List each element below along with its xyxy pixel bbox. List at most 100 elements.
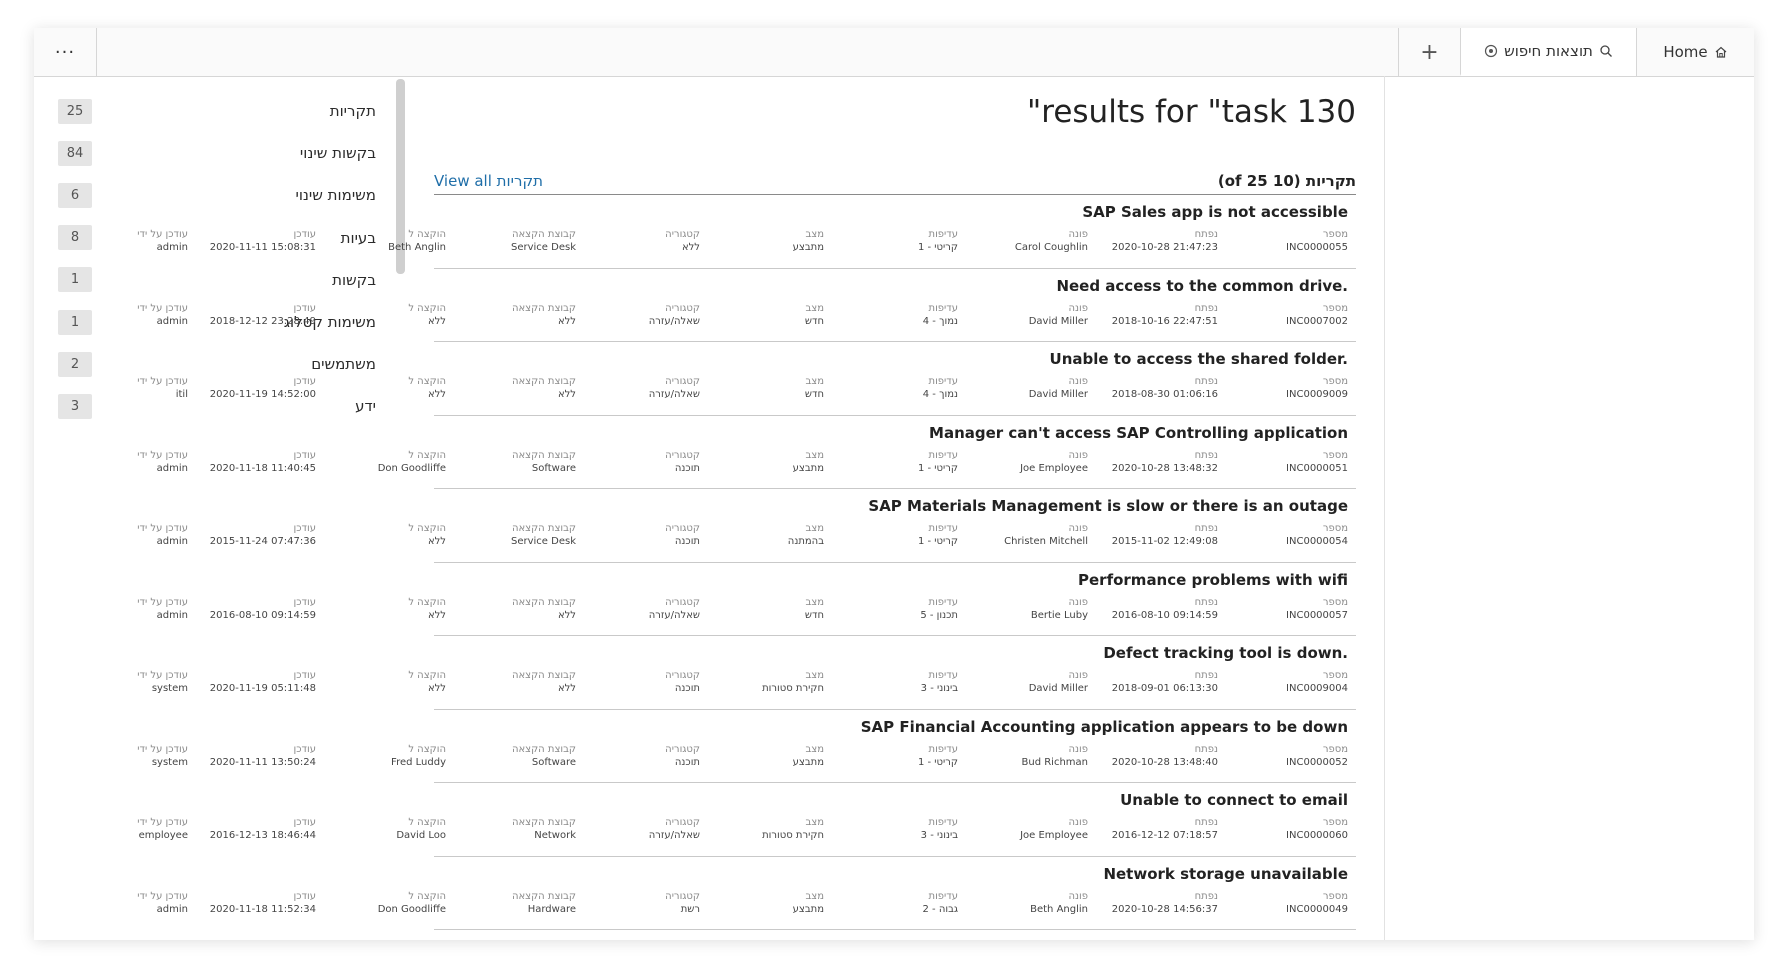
field-updated: עודכן 2020-11-18 11:40:45 (186, 449, 316, 476)
field-priority: עדיפות 2 - גבוה (828, 890, 959, 917)
more-options-button[interactable]: ··· (34, 28, 97, 76)
close-circle-icon[interactable] (1484, 44, 1498, 58)
field-label: פונה (1068, 596, 1088, 608)
field-value: ללא (427, 683, 446, 694)
section-header: תקריות (10 of 25) View all תקריות (434, 172, 1356, 195)
field-number: מספר INC0000055 (1218, 228, 1348, 255)
field-updated: עודכן 2020-11-19 05:11:48 (186, 669, 316, 696)
field-value: INC0009004 (1286, 683, 1348, 694)
field-label: פונה (1068, 890, 1088, 902)
result-title[interactable]: Network storage unavailable (1103, 865, 1348, 883)
field-label: נפתח (1194, 670, 1218, 681)
field-label: הוקצה ל (408, 302, 446, 314)
field-label: מספר (1322, 229, 1348, 240)
field-value: תוכנה (674, 462, 700, 474)
field-value: 2016-08-10 09:14:59 (1111, 609, 1218, 621)
field-opened: נפתח 2020-10-28 13:48:40 (1088, 743, 1218, 770)
field-value: Don Goodliffe (377, 462, 446, 474)
tab-home-label: Home (1663, 43, 1708, 61)
field-label: הוקצה ל (408, 670, 446, 681)
result-item[interactable]: SAP Sales app is not accessible מספר INC00… (137, 195, 1356, 269)
result-item[interactable]: Performance problems with wifi מספר INC000… (137, 563, 1356, 636)
field-label: עודכן (293, 376, 316, 387)
add-tab-button[interactable]: + (1398, 28, 1460, 76)
field-label: קבוצת הקצאה (511, 890, 576, 902)
field-label: הוקצה ל (408, 523, 446, 534)
view-all-link[interactable]: View all תקריות (434, 172, 543, 190)
field-value: מתבצע (792, 756, 824, 768)
field-category: קטגוריה שאלה/עזרה (570, 596, 700, 623)
field-opened: נפתח 2020-10-28 13:48:32 (1088, 449, 1218, 476)
field-label: קבוצת הקצאה (511, 817, 576, 828)
result-title[interactable]: Unable to access the shared folder. (1050, 350, 1348, 368)
field-value: 2016-12-12 07:18:57 (1111, 830, 1218, 841)
result-title[interactable]: Unable to connect to email (1120, 791, 1348, 809)
field-value: תוכנה (674, 756, 700, 768)
result-title[interactable]: Manager can't access SAP Controlling app… (929, 424, 1348, 442)
field-value: תוכנה (674, 683, 700, 694)
field-value: employee (138, 830, 188, 841)
field-priority: עדיפות 1 - קריטי (828, 228, 958, 255)
result-item[interactable]: Manager can't access SAP Controlling app… (137, 416, 1356, 489)
field-priority: עדיפות 5 - תכנון (828, 596, 958, 623)
field-label: נפתח (1194, 743, 1218, 755)
result-item[interactable]: Network storage unavailable מספר INC000004… (137, 857, 1356, 930)
field-label: קטגוריה (665, 596, 700, 608)
field-opened: נפתח 2018-08-30 01:06:16 (1088, 375, 1218, 402)
tab-search-results[interactable]: תוצאות חיפוש (1460, 28, 1636, 76)
field-updated: עודכן 2020-11-19 14:52:00 (186, 375, 316, 402)
field-label: מספר (1322, 376, 1348, 387)
field-category: קטגוריה שאלה/עזרה (570, 816, 700, 843)
result-item[interactable]: Need access to the common drive. מספר INC0… (137, 269, 1356, 342)
field-number: מספר INC0000057 (1218, 596, 1348, 623)
field-label: עודכן (293, 890, 316, 902)
field-number: מספר INC0000060 (1218, 816, 1348, 843)
result-item[interactable]: Unable to connect to email מספר INC0000060… (137, 783, 1356, 857)
result-title[interactable]: Defect tracking tool is down. (1103, 644, 1348, 662)
field-label: עודכן על ידי (137, 670, 188, 681)
field-priority: עדיפות 4 - נמוך (828, 375, 958, 402)
field-label: מספר (1322, 523, 1348, 534)
result-item[interactable]: SAP Materials Management is slow or ther… (137, 489, 1356, 563)
field-caller: פונה Carol Coughlin (958, 228, 1088, 255)
result-title[interactable]: SAP Materials Management is slow or ther… (868, 497, 1348, 515)
result-item[interactable]: SAP Financial Accounting application app… (137, 710, 1356, 783)
field-value: 2015-11-02 12:49:08 (1111, 536, 1218, 547)
field-label: מצב (805, 302, 824, 314)
field-category: קטגוריה שאלה/עזרה (570, 375, 700, 402)
field-value: ללא (427, 315, 446, 327)
field-value: INC0000051 (1286, 462, 1348, 474)
field-value: INC0000055 (1286, 242, 1348, 253)
field-assignment-group: קבוצת הקצאה Software (446, 743, 576, 770)
field-value: 2018-10-16 22:47:51 (1111, 315, 1218, 327)
field-updated-by: עודכן על ידי admin (58, 228, 188, 255)
field-value: INC0000054 (1286, 536, 1348, 547)
field-label: עדיפות (928, 743, 959, 755)
result-item[interactable]: Unable to access the shared folder. מספר I… (137, 342, 1356, 416)
field-value: 2016-12-13 18:46:44 (209, 830, 316, 841)
section-title: תקריות (10 of 25) (1217, 172, 1356, 190)
field-assigned-to: הוקצה ל Don Goodliffe (316, 890, 446, 917)
field-value: Software (531, 462, 576, 474)
tab-home[interactable]: Home (1636, 28, 1754, 76)
field-label: נפתח (1194, 302, 1218, 314)
result-title[interactable]: Need access to the common drive. (1056, 277, 1348, 295)
field-value: David Miller (1028, 683, 1088, 694)
field-label: קבוצת הקצאה (511, 302, 576, 314)
result-item[interactable]: Defect tracking tool is down. מספר INC0009… (137, 636, 1356, 710)
field-value: שאלה/עזרה (648, 389, 700, 400)
field-label: פונה (1068, 449, 1088, 461)
field-value: itil (175, 389, 188, 400)
field-value: Fred Luddy (391, 756, 446, 768)
field-state: מצב חקירת סטורות (694, 816, 824, 843)
field-number: מספר INC0007002 (1218, 302, 1348, 329)
field-state: מצב מתבצע (694, 743, 824, 770)
field-label: מצב (805, 376, 824, 387)
field-state: מצב חדש (694, 375, 824, 402)
result-title[interactable]: Performance problems with wifi (1078, 571, 1348, 589)
field-caller: פונה Christen Mitchell (958, 522, 1088, 549)
field-category: קטגוריה רשת (570, 890, 700, 917)
result-title[interactable]: SAP Sales app is not accessible (1082, 203, 1348, 221)
field-label: קבוצת הקצאה (511, 376, 576, 387)
result-title[interactable]: SAP Financial Accounting application app… (861, 718, 1348, 736)
